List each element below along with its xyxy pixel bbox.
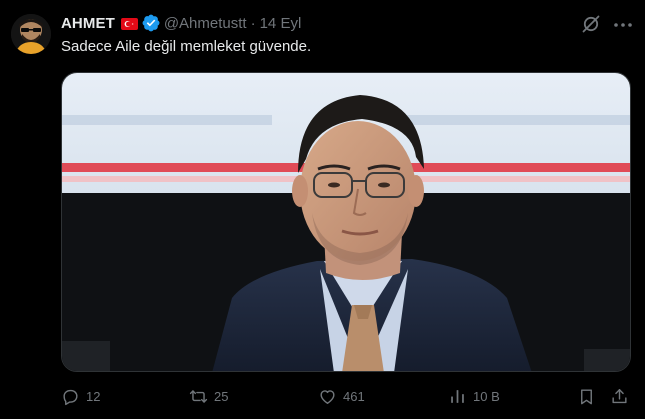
more-icon[interactable] bbox=[612, 14, 634, 36]
retweet-count: 25 bbox=[214, 388, 229, 404]
views-icon bbox=[451, 389, 464, 403]
verified-badge-icon[interactable] bbox=[142, 14, 160, 32]
like-count: 461 bbox=[343, 388, 365, 404]
tweet[interactable]: AHMET @Ahmetustt · 14 Eyl Sadece Aile de… bbox=[0, 0, 645, 419]
share-button[interactable] bbox=[610, 382, 629, 410]
reply-count: 12 bbox=[86, 388, 101, 404]
views-button[interactable]: 10 B bbox=[448, 382, 500, 410]
like-button[interactable]: 461 bbox=[318, 382, 365, 410]
bookmark-icon bbox=[581, 388, 592, 404]
views-count: 10 B bbox=[473, 388, 500, 404]
reply-icon bbox=[63, 389, 78, 405]
like-icon bbox=[320, 389, 335, 404]
action-bar: 12 25 461 10 B bbox=[0, 382, 645, 410]
avatar[interactable] bbox=[11, 14, 51, 54]
tweet-date[interactable]: 14 Eyl bbox=[260, 15, 302, 32]
reply-button[interactable]: 12 bbox=[61, 382, 100, 410]
display-name[interactable]: AHMET bbox=[61, 15, 115, 32]
tweet-header: AHMET @Ahmetustt · 14 Eyl bbox=[61, 13, 301, 33]
tweet-text: Sadece Aile değil memleket güvende. bbox=[61, 38, 312, 55]
bookmark-button[interactable] bbox=[577, 382, 596, 410]
retweet-icon bbox=[189, 389, 208, 403]
handle[interactable]: @Ahmetustt bbox=[164, 15, 247, 32]
avatar-image bbox=[11, 14, 51, 54]
separator-dot: · bbox=[250, 14, 256, 32]
tweet-media-image[interactable] bbox=[61, 72, 631, 372]
grok-icon[interactable] bbox=[580, 13, 602, 35]
turkey-flag-icon bbox=[120, 17, 138, 30]
photo bbox=[62, 73, 630, 371]
share-icon bbox=[612, 388, 627, 403]
retweet-button[interactable]: 25 bbox=[189, 382, 228, 410]
